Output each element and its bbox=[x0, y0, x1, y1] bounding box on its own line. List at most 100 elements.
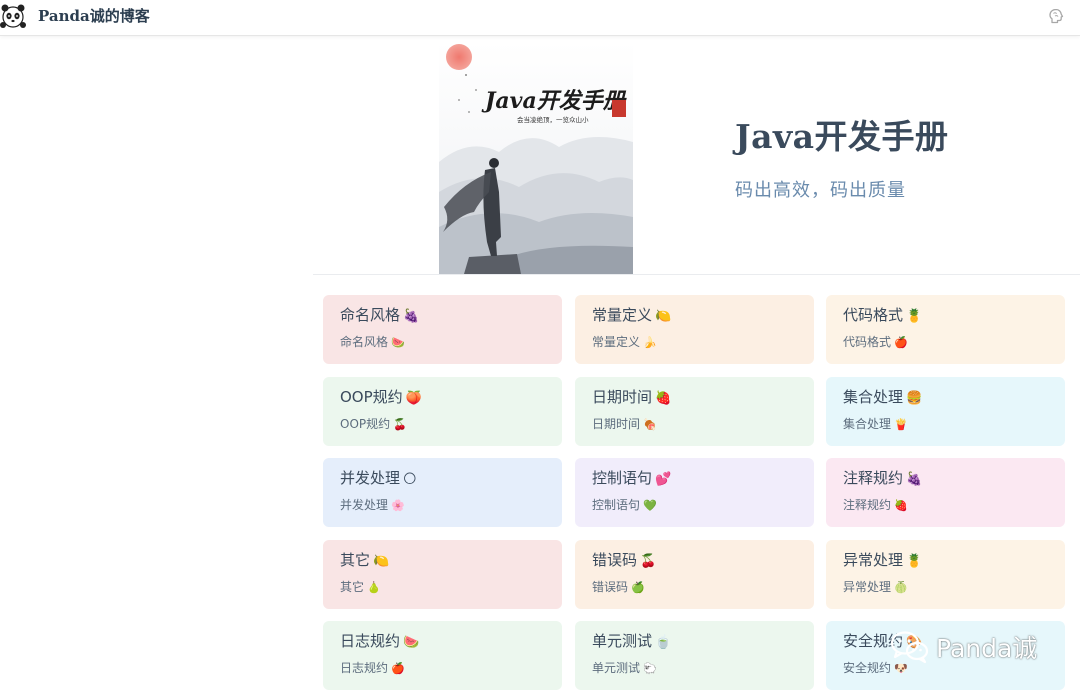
feature-card-title: 日期时间 🍓 bbox=[592, 388, 797, 408]
feature-sub-emoji-icon: 🍟 bbox=[894, 418, 908, 431]
feature-card-title: 安全规约 🎨 bbox=[843, 632, 1048, 652]
feature-title-emoji-icon: 🌕 bbox=[403, 472, 417, 487]
feature-card-subtitle: 日志规约 🍎 bbox=[340, 661, 545, 676]
panda-logo[interactable] bbox=[0, 2, 26, 30]
feature-title-emoji-icon: 🍍 bbox=[906, 554, 923, 569]
feature-title-text: 单元测试 bbox=[592, 632, 653, 650]
feature-card[interactable]: 其它 🍋 其它 🍐 bbox=[323, 540, 562, 609]
feature-title-emoji-icon: 🍔 bbox=[906, 391, 923, 406]
feature-sub-text: OOP规约 bbox=[340, 417, 391, 431]
feature-sub-emoji-icon: 🍏 bbox=[631, 581, 645, 594]
feature-card-title: 日志规约 🍉 bbox=[340, 632, 545, 652]
feature-sub-text: 安全规约 bbox=[843, 661, 892, 675]
feature-card-subtitle: 安全规约 🐶 bbox=[843, 661, 1048, 676]
feature-card[interactable]: 集合处理 🍔 集合处理 🍟 bbox=[826, 377, 1065, 446]
feature-title-emoji-icon: 🍓 bbox=[655, 391, 672, 406]
feature-sub-text: 集合处理 bbox=[843, 417, 892, 431]
brain-icon[interactable] bbox=[1047, 7, 1065, 25]
feature-grid: 命名风格 🍇 命名风格 🍉 常量定义 🍋 常量定义 🍌 代码格式 🍍 代码格式 🍎 OOP规约 🍑 OOP规… bbox=[323, 295, 1073, 695]
feature-card[interactable]: 常量定义 🍋 常量定义 🍌 bbox=[575, 295, 814, 364]
feature-title-emoji-icon: 🎨 bbox=[906, 635, 923, 650]
feature-sub-text: 常量定义 bbox=[592, 335, 641, 349]
hero-image-title: Java开发手册 bbox=[481, 88, 628, 114]
feature-card-title: 其它 🍋 bbox=[340, 551, 545, 571]
feature-card[interactable]: 注释规约 🍇 注释规约 🍓 bbox=[826, 458, 1065, 527]
feature-card[interactable]: 日期时间 🍓 日期时间 🍖 bbox=[575, 377, 814, 446]
feature-sub-text: 其它 bbox=[340, 580, 365, 594]
page-description: 码出高效，码出质量 bbox=[735, 180, 906, 201]
feature-card-title: 常量定义 🍋 bbox=[592, 306, 797, 326]
feature-sub-emoji-icon: 💚 bbox=[643, 499, 657, 512]
feature-card-title: 注释规约 🍇 bbox=[843, 469, 1048, 489]
feature-title-text: 其它 bbox=[340, 551, 371, 569]
feature-title-emoji-icon: 🍑 bbox=[405, 391, 422, 406]
feature-card[interactable]: 控制语句 💕 控制语句 💚 bbox=[575, 458, 814, 527]
hero-divider bbox=[313, 274, 1080, 275]
feature-card-subtitle: 集合处理 🍟 bbox=[843, 417, 1048, 432]
feature-title-text: OOP规约 bbox=[340, 388, 403, 406]
feature-sub-text: 错误码 bbox=[592, 580, 629, 594]
feature-sub-text: 注释规约 bbox=[843, 498, 892, 512]
feature-title-text: 命名风格 bbox=[340, 306, 401, 324]
feature-card[interactable]: 命名风格 🍇 命名风格 🍉 bbox=[323, 295, 562, 364]
feature-card-title: 异常处理 🍍 bbox=[843, 551, 1048, 571]
feature-card[interactable]: 代码格式 🍍 代码格式 🍎 bbox=[826, 295, 1065, 364]
feature-sub-text: 命名风格 bbox=[340, 335, 389, 349]
feature-title-emoji-icon: 🍍 bbox=[906, 309, 923, 324]
feature-sub-text: 日志规约 bbox=[340, 661, 389, 675]
feature-title-text: 异常处理 bbox=[843, 551, 904, 569]
feature-title-text: 常量定义 bbox=[592, 306, 653, 324]
feature-card[interactable]: 并发处理 🌕 并发处理 🌸 bbox=[323, 458, 562, 527]
feature-title-emoji-icon: 🍉 bbox=[403, 635, 420, 650]
feature-sub-text: 代码格式 bbox=[843, 335, 892, 349]
feature-title-emoji-icon: 🍋 bbox=[655, 309, 672, 324]
site-title[interactable]: Panda诚的博客 bbox=[38, 5, 150, 26]
feature-title-text: 控制语句 bbox=[592, 469, 653, 487]
feature-card[interactable]: 单元测试 🍵 单元测试 🐑 bbox=[575, 621, 814, 690]
feature-sub-text: 单元测试 bbox=[592, 661, 641, 675]
feature-sub-emoji-icon: 🍉 bbox=[391, 336, 405, 349]
feature-card-subtitle: 异常处理 🍈 bbox=[843, 580, 1048, 595]
feature-sub-emoji-icon: 🍌 bbox=[643, 336, 657, 349]
feature-title-emoji-icon: 🍒 bbox=[640, 554, 657, 569]
feature-card[interactable]: 日志规约 🍉 日志规约 🍎 bbox=[323, 621, 562, 690]
feature-card-subtitle: 并发处理 🌸 bbox=[340, 498, 545, 513]
hero-image-subtitle: 会当凌绝顶，一览众山小 bbox=[517, 115, 589, 124]
hero-image: Java开发手册 会当凌绝顶，一览众山小 bbox=[439, 42, 633, 274]
feature-sub-text: 控制语句 bbox=[592, 498, 641, 512]
feature-title-text: 安全规约 bbox=[843, 632, 904, 650]
feature-title-text: 集合处理 bbox=[843, 388, 904, 406]
feature-sub-text: 日期时间 bbox=[592, 417, 641, 431]
feature-card-subtitle: 命名风格 🍉 bbox=[340, 335, 545, 350]
feature-card[interactable]: 异常处理 🍍 异常处理 🍈 bbox=[826, 540, 1065, 609]
feature-card[interactable]: OOP规约 🍑 OOP规约 🍒 bbox=[323, 377, 562, 446]
feature-sub-emoji-icon: 🍐 bbox=[367, 581, 381, 594]
feature-title-text: 并发处理 bbox=[340, 469, 401, 487]
feature-sub-emoji-icon: 🍈 bbox=[894, 581, 908, 594]
feature-sub-emoji-icon: 🐶 bbox=[894, 662, 908, 675]
feature-card-subtitle: OOP规约 🍒 bbox=[340, 417, 545, 432]
feature-title-emoji-icon: 💕 bbox=[655, 472, 672, 487]
feature-title-emoji-icon: 🍋 bbox=[373, 554, 390, 569]
feature-sub-emoji-icon: 🍖 bbox=[643, 418, 657, 431]
feature-card-subtitle: 其它 🍐 bbox=[340, 580, 545, 595]
navbar: Panda诚的博客 bbox=[0, 0, 1080, 36]
feature-sub-text: 并发处理 bbox=[340, 498, 389, 512]
feature-card-subtitle: 常量定义 🍌 bbox=[592, 335, 797, 350]
feature-card-subtitle: 代码格式 🍎 bbox=[843, 335, 1048, 350]
feature-sub-emoji-icon: 🌸 bbox=[391, 499, 405, 512]
feature-card-subtitle: 单元测试 🐑 bbox=[592, 661, 797, 676]
feature-card-subtitle: 错误码 🍏 bbox=[592, 580, 797, 595]
feature-card[interactable]: 错误码 🍒 错误码 🍏 bbox=[575, 540, 814, 609]
feature-card-title: 并发处理 🌕 bbox=[340, 469, 545, 489]
feature-sub-text: 异常处理 bbox=[843, 580, 892, 594]
feature-sub-emoji-icon: 🍒 bbox=[393, 418, 407, 431]
feature-sub-emoji-icon: 🐑 bbox=[643, 662, 657, 675]
feature-card-title: OOP规约 🍑 bbox=[340, 388, 545, 408]
feature-title-emoji-icon: 🍇 bbox=[403, 309, 420, 324]
feature-sub-emoji-icon: 🍓 bbox=[894, 499, 908, 512]
feature-title-text: 日志规约 bbox=[340, 632, 401, 650]
feature-card-subtitle: 日期时间 🍖 bbox=[592, 417, 797, 432]
feature-card-subtitle: 控制语句 💚 bbox=[592, 498, 797, 513]
feature-card[interactable]: 安全规约 🎨 安全规约 🐶 bbox=[826, 621, 1065, 690]
